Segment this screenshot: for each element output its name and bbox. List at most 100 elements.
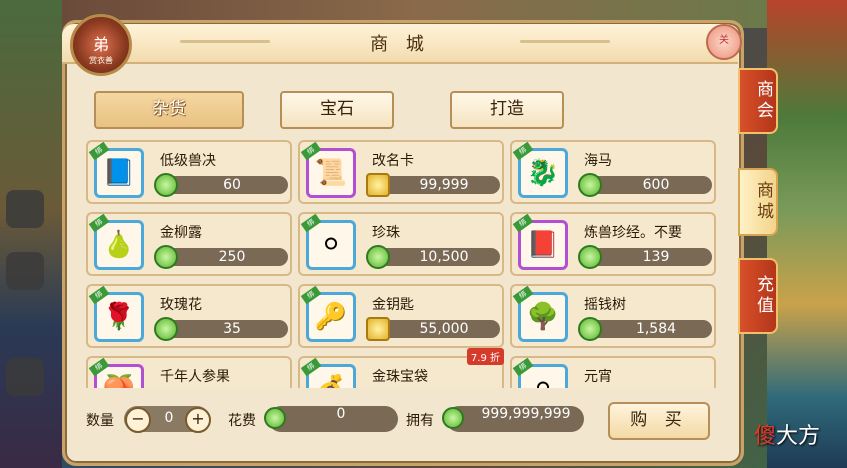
silver-coin-icon [578,173,602,197]
item-name: 玫瑰花 [160,297,202,313]
item-card[interactable]: ⚪ 绑珍珠 10,500 [298,212,504,276]
bottom-bar: 数量 − 0 + 花费 0 拥有 999,999,999 购 买 [86,402,722,440]
price-bar: 1,584 [578,317,712,341]
price-bar: 60 [154,173,288,197]
item-name: 金柳露 [160,225,202,241]
item-card[interactable]: 🍑绑千年人参果 [86,356,292,388]
tab-gems[interactable]: 宝石 [280,91,394,129]
bottle-icon: 🍐 [94,220,144,270]
gold-ingot-icon [366,317,390,341]
item-card[interactable]: 🔑 绑金钥匙 55,000 [298,284,504,348]
price-bar: 35 [154,317,288,341]
cost-label: 花费 [228,413,256,429]
scroll-icon: 📜 [306,148,356,198]
bag-icon-glyph: 💰 [315,374,347,388]
item-name: 海马 [584,153,612,169]
title-ornament [520,40,610,43]
item-card[interactable]: 🍐 绑金柳露 250 [86,212,292,276]
watermark-white: 大方 [776,424,821,449]
seahorse-icon: 🐉 [518,148,568,198]
plus-button[interactable]: + [185,407,211,433]
item-card[interactable]: 🌹 绑玫瑰花 35 [86,284,292,348]
item-price: 1,584 [635,321,677,337]
ginseng-icon-glyph: 🍑 [103,374,135,388]
rose-icon-glyph: 🌹 [102,302,136,332]
watermark: 傻大方 [754,418,820,450]
silver-coin-icon [154,173,178,197]
item-price: 10,500 [419,249,469,265]
seahorse-icon-glyph: 🐉 [526,158,560,188]
item-price: 139 [642,249,670,265]
title-ornament [180,40,270,43]
item-name: 金钥匙 [372,297,414,313]
own-label: 拥有 [406,413,434,429]
window-title: 商 城 [370,34,430,55]
money-tree-icon-glyph: 🌳 [526,302,560,332]
item-price: 250 [218,249,246,265]
silver-coin-icon [366,245,390,269]
minus-button[interactable]: − [125,407,151,433]
avatar-level: 赏衣善 [89,56,113,65]
item-card[interactable]: 💰绑金珠宝袋7.9 折 [298,348,504,388]
watermark-red: 傻 [754,424,777,449]
price-bar: 250 [154,245,288,269]
pearl-icon: ⚪ [306,220,356,270]
item-name: 低级兽决 [160,153,216,169]
dock-button[interactable] [6,252,44,290]
side-tab-recharge[interactable]: 充值 [738,258,778,334]
game-scene-left [0,0,62,468]
money-tree-icon: 🌳 [518,292,568,342]
discount-badge: 7.9 折 [466,348,504,365]
item-card[interactable]: 📕 绑炼兽珍经。不要 139 [510,212,716,276]
silver-coin-icon [578,245,602,269]
pearl-icon-glyph: ⚪ [320,230,342,260]
item-name: 千年人参果 [160,369,230,385]
item-grid: 📘 绑低级兽决 60 📜 绑改名卡 99,999 🐉 绑海马 600 🍐 绑金柳露 250 ⚪ 绑珍珠 10… [86,140,722,388]
side-tab-guild[interactable]: 商会 [738,68,778,134]
avatar[interactable]: 弟 赏衣善 [70,14,132,76]
tome-icon: 📕 [518,220,568,270]
key-icon-glyph: 🔑 [314,302,348,332]
dock-button[interactable] [6,190,44,228]
item-card[interactable]: 🐉 绑海马 600 [510,140,716,204]
item-name: 金珠宝袋 [372,369,428,385]
tab-forge[interactable]: 打造 [450,91,564,129]
buy-button[interactable]: 购 买 [608,402,710,440]
gold-ingot-icon [366,173,390,197]
price-bar: 139 [578,245,712,269]
rose-icon: 🌹 [94,292,144,342]
book-icon-glyph: 📘 [102,158,136,188]
item-name: 珍珠 [372,225,400,241]
quantity-stepper: − 0 + [124,406,211,433]
own-value: 999,999,999 [481,406,571,422]
item-card[interactable]: 📜 绑改名卡 99,999 [298,140,504,204]
game-scene-right [767,0,847,468]
silver-coin-icon [578,317,602,341]
item-price: 99,999 [419,177,469,193]
dumpling-icon-glyph: ⚪ [532,374,554,388]
book-icon: 📘 [94,148,144,198]
item-price: 35 [223,321,241,337]
side-tab-mall[interactable]: 商城 [738,168,778,236]
item-card[interactable]: 📘 绑低级兽决 60 [86,140,292,204]
item-card[interactable]: 🌳 绑摇钱树 1,584 [510,284,716,348]
item-name: 元宵 [584,369,612,385]
item-name: 摇钱树 [584,297,626,313]
close-button[interactable]: 关 [706,24,742,60]
key-icon: 🔑 [306,292,356,342]
price-bar: 10,500 [366,245,500,269]
item-name: 改名卡 [372,153,414,169]
silver-coin-icon [154,317,178,341]
silver-coin-icon [442,407,464,429]
silver-coin-icon [264,407,286,429]
item-price: 55,000 [419,321,469,337]
item-card[interactable]: ⚪绑元宵 [510,356,716,388]
avatar-glyph: 弟 [92,35,109,54]
scroll-icon-glyph: 📜 [314,158,348,188]
price-bar: 99,999 [366,173,500,197]
qty-value[interactable]: 0 [154,410,184,426]
chat-button[interactable] [6,358,44,396]
item-price: 600 [642,177,670,193]
tab-goods[interactable]: 杂货 [94,91,244,129]
cost-value: 0 [336,406,346,422]
